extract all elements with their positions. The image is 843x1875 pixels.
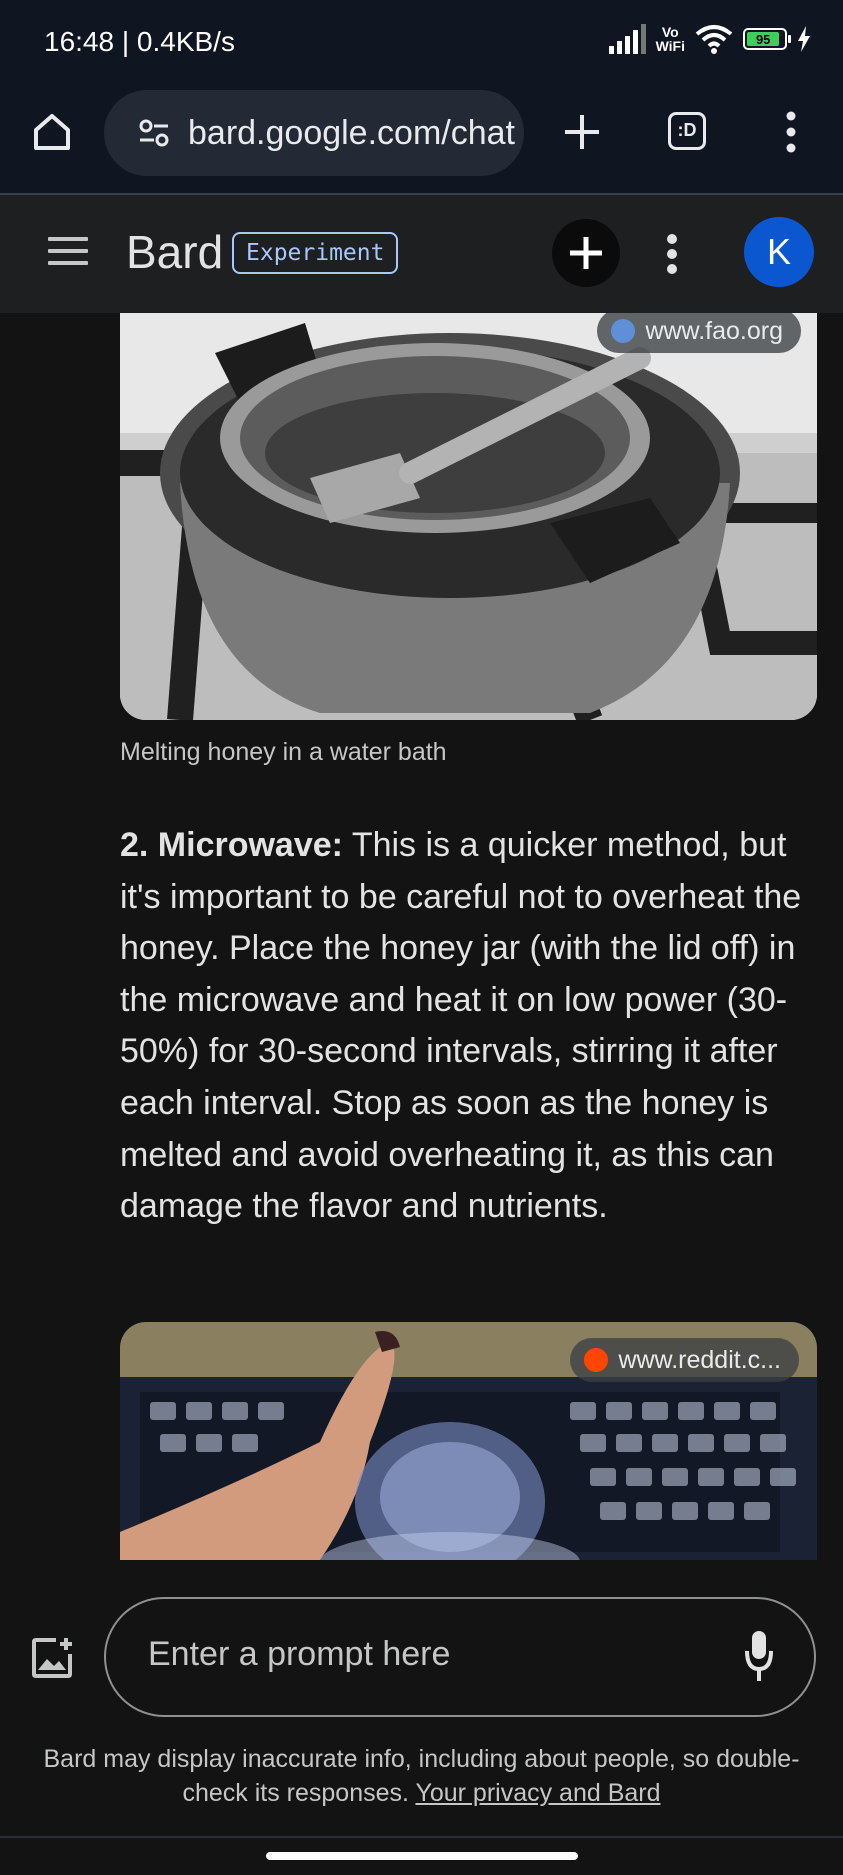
system-nav-bar xyxy=(0,1836,843,1875)
privacy-link[interactable]: Your privacy and Bard xyxy=(415,1779,660,1807)
response-paragraph: 2. Microwave: This is a quicker method, … xyxy=(120,820,820,1233)
globe-icon xyxy=(611,319,636,343)
prompt-placeholder[interactable]: Enter a prompt here xyxy=(148,1635,450,1674)
home-gesture-handle[interactable] xyxy=(266,1852,578,1860)
home-icon[interactable] xyxy=(30,110,74,154)
water-bath-image[interactable]: www.fao.org xyxy=(120,313,817,720)
response-content: www.fao.org Melting honey in a water bat… xyxy=(0,313,843,1560)
prompt-input[interactable]: Enter a prompt here xyxy=(104,1597,816,1717)
step-title: 2. Microwave: xyxy=(120,826,343,864)
step-body: This is a quicker method, but it's impor… xyxy=(120,826,802,1226)
url-bar[interactable]: bard.google.com/chat xyxy=(104,90,524,176)
pot-illustration xyxy=(120,313,817,720)
source-chip-fao[interactable]: www.fao.org xyxy=(597,313,801,353)
status-icons: Vo WiFi 95 xyxy=(608,24,811,54)
url-text[interactable]: bard.google.com/chat xyxy=(188,114,515,153)
disclaimer: Bard may display inaccurate info, includ… xyxy=(40,1742,803,1810)
wifi-icon xyxy=(695,25,733,54)
avatar[interactable]: K xyxy=(744,217,814,287)
vowifi-icon: Vo WiFi xyxy=(656,25,685,53)
vowifi-top-label: Vo xyxy=(661,24,679,40)
new-chat-button[interactable] xyxy=(552,219,620,287)
reddit-icon xyxy=(584,1348,609,1372)
source-label[interactable]: www.fao.org xyxy=(645,317,783,346)
more-vert-icon[interactable] xyxy=(786,110,796,154)
menu-icon[interactable] xyxy=(48,237,88,269)
battery-icon: 95 xyxy=(743,28,791,50)
tab-switcher-icon[interactable]: :D xyxy=(668,112,706,150)
microphone-icon[interactable] xyxy=(744,1629,774,1683)
site-settings-icon[interactable] xyxy=(138,118,170,148)
image-caption: Melting honey in a water bath xyxy=(120,738,447,766)
bard-header: Bard Experiment K xyxy=(0,195,843,313)
status-bar: 16:48 | 0.4KB/s Vo WiFi 95 xyxy=(0,0,843,88)
new-chat-icon xyxy=(570,237,602,269)
status-time: 16:48 | 0.4KB/s xyxy=(44,26,235,57)
app-title: Bard xyxy=(126,226,224,278)
new-tab-icon[interactable] xyxy=(560,110,604,154)
add-image-icon[interactable] xyxy=(30,1636,74,1680)
source-chip-reddit[interactable]: www.reddit.c... xyxy=(570,1338,799,1382)
browser-toolbar: bard.google.com/chat :D xyxy=(0,88,843,195)
microwave-image[interactable]: www.reddit.c... xyxy=(120,1322,817,1560)
source-label[interactable]: www.reddit.c... xyxy=(618,1346,781,1375)
more-vert-icon[interactable] xyxy=(665,233,679,275)
battery-level: 95 xyxy=(747,32,780,47)
charging-icon xyxy=(798,26,810,52)
experiment-badge: Experiment xyxy=(232,232,399,274)
vowifi-bottom-label: WiFi xyxy=(655,38,685,54)
signal-icon xyxy=(608,24,646,54)
